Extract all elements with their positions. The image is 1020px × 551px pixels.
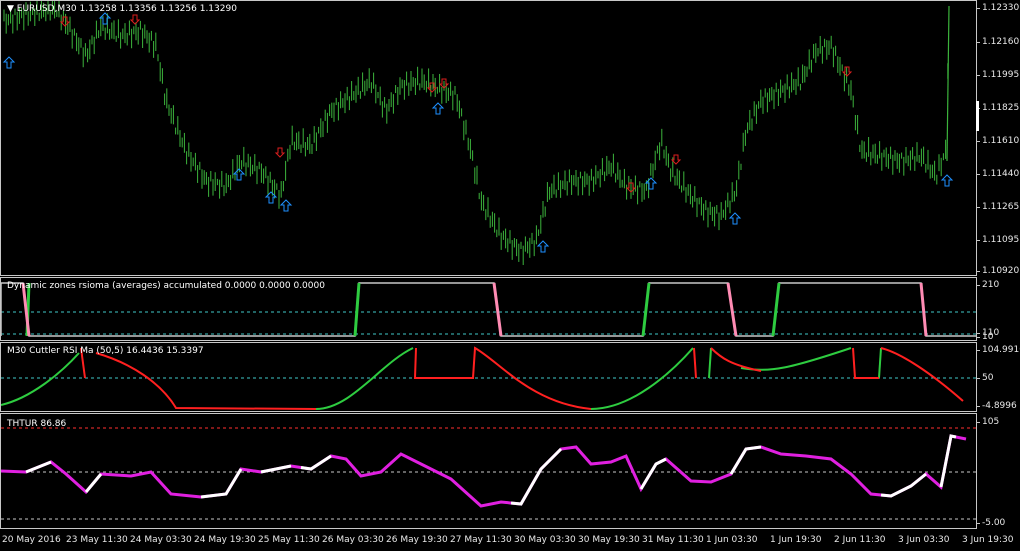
- time-label: 3 Jun 19:30: [962, 535, 1014, 545]
- time-label: 23 May 11:30: [66, 535, 128, 545]
- time-axis[interactable]: 20 May 2016 23 May 11:30 24 May 03:30 24…: [0, 529, 1020, 551]
- price-axis[interactable]: 1.12330 1.12160 1.11995 1.11825 1.11610 …: [976, 0, 1020, 276]
- time-label: 26 May 03:30: [322, 535, 384, 545]
- time-label: 25 May 11:30: [258, 535, 320, 545]
- rsioma-tick: 210: [976, 280, 1000, 290]
- time-label: 30 May 19:30: [578, 535, 640, 545]
- price-candle: [946, 5, 950, 162]
- thtur-alt-segment: [300, 454, 332, 471]
- price-tick: 1.12330: [976, 3, 1020, 13]
- time-label: 31 May 11:30: [642, 535, 704, 545]
- price-tick: 1.11265: [976, 202, 1020, 212]
- price-tick: 1.12160: [976, 37, 1020, 47]
- thtur-alt-segment: [880, 472, 927, 498]
- time-label: 20 May 2016: [2, 535, 61, 545]
- time-label: 1 Jun 19:30: [770, 535, 822, 545]
- chart-shift-marker[interactable]: [976, 101, 979, 131]
- rsioma-up-segment: [353, 282, 361, 337]
- thtur-chart: [1, 427, 976, 520]
- thtur-alt-segment: [84, 473, 103, 493]
- thtur-alt-segment: [729, 445, 762, 475]
- main-chart-pane[interactable]: ▼ EURUSD,M30 1.13258 1.13356 1.13256 1.1…: [0, 0, 977, 276]
- thtur-line: [1, 434, 967, 508]
- thtur-pane[interactable]: THTUR 86.86: [0, 413, 977, 529]
- thtur-alt-segment: [200, 468, 243, 499]
- thtur-alt-segment: [639, 457, 667, 490]
- time-label: 26 May 19:30: [386, 535, 448, 545]
- thtur-alt-segment: [25, 460, 52, 474]
- cuttler-rsi-axis: 104.9916 50 -4.8996: [976, 342, 1020, 412]
- time-label: 27 May 11:30: [450, 535, 512, 545]
- thtur-tick: -5.00: [976, 518, 1006, 528]
- cuttler-up-curve: [590, 347, 694, 410]
- thtur-axis: 105 -5.00: [976, 413, 1020, 529]
- rsioma-title: Dynamic zones rsioma (averages) accumula…: [7, 281, 325, 291]
- cuttler-down-curve: [852, 347, 964, 402]
- cuttler-up-curve: [1, 352, 80, 406]
- rsioma-down-segment: [492, 282, 503, 337]
- time-label: 24 May 19:30: [194, 535, 256, 545]
- cuttler-rsi-tick: 50: [976, 373, 994, 383]
- rsioma-up-segment: [641, 282, 651, 337]
- cuttler-down-curve: [693, 347, 762, 379]
- up-arrow-icon: [940, 174, 954, 187]
- price-chart[interactable]: [1, 1, 977, 276]
- down-arrow-icon: [129, 14, 141, 25]
- thtur-title: THTUR 86.86: [7, 419, 67, 429]
- up-arrow-icon: [536, 240, 550, 253]
- rsioma-down-segment: [726, 282, 738, 337]
- cuttler-rsi-tick: -4.8996: [977, 401, 1017, 411]
- up-arrow-icon: [431, 102, 445, 115]
- cuttler-rsi-title: M30 Cuttler RSI Ma (50,5) 16.4436 15.339…: [7, 346, 204, 356]
- symbol-title: ▼ EURUSD,M30 1.13258 1.13356 1.13256 1.1…: [7, 4, 237, 14]
- price-tick: 1.11440: [976, 169, 1020, 179]
- cuttler-rsi-tick: 104.9916: [977, 345, 1020, 355]
- cuttler-up-curve: [878, 347, 882, 379]
- cuttler-down-curve: [413, 346, 592, 410]
- rsioma-axis: 210 110 10: [976, 277, 1020, 342]
- thtur-alt-segment: [260, 464, 292, 474]
- time-label: 3 Jun 03:30: [898, 535, 950, 545]
- thtur-alt-segment: [939, 434, 957, 488]
- up-arrow-icon: [644, 177, 658, 190]
- price-tick: 1.11995: [976, 70, 1020, 80]
- cuttler-rsi-pane[interactable]: M30 Cuttler RSI Ma (50,5) 16.4436 15.339…: [0, 342, 977, 412]
- thtur-alt-segment: [510, 447, 563, 506]
- time-label: 1 Jun 03:30: [706, 535, 758, 545]
- rsioma-down-segment: [919, 282, 928, 337]
- time-label: 30 May 03:30: [514, 535, 576, 545]
- time-label: 24 May 03:30: [130, 535, 192, 545]
- cuttler-up-curve: [708, 347, 852, 379]
- price-tick: 1.11825: [976, 103, 1020, 113]
- rsioma-pane[interactable]: Dynamic zones rsioma (averages) accumula…: [0, 277, 977, 341]
- rsioma-tick: 10: [976, 332, 994, 342]
- up-arrow-icon: [279, 199, 293, 212]
- up-arrow-icon: [2, 56, 16, 69]
- up-arrow-icon: [728, 212, 742, 225]
- price-tick: 1.11610: [976, 136, 1020, 146]
- down-arrow-icon: [274, 147, 286, 158]
- price-tick: 1.10920: [976, 266, 1020, 276]
- price-tick: 1.11095: [976, 235, 1020, 245]
- thtur-tick: 105: [976, 417, 1000, 427]
- rsioma-up-segment: [771, 282, 781, 337]
- time-label: 2 Jun 11:30: [834, 535, 886, 545]
